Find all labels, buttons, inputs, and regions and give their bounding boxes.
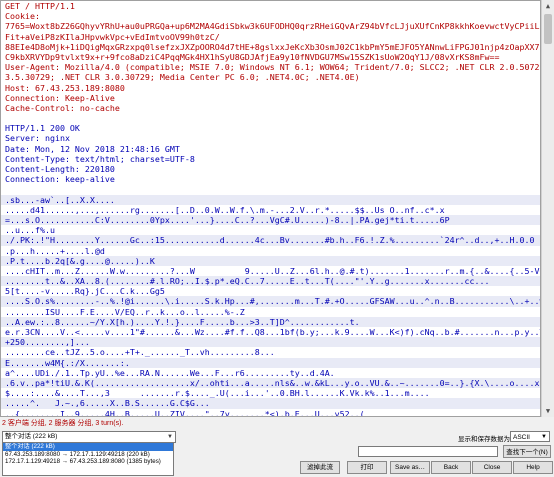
scroll-up-icon[interactable]: ▲: [543, 0, 553, 12]
body-line: ..A.ew.:..8......~/Y.X[h.)....Y.!.}....F…: [1, 316, 540, 327]
response-header-line: HTTP/1.1 200 OK: [5, 123, 80, 134]
request-line: [1, 113, 540, 123]
encoding-select[interactable]: ASCII ▼: [510, 431, 550, 442]
body-line: .sb...-aw`..[..X.X....: [1, 194, 540, 205]
request-line: Cookie:: [5, 11, 40, 22]
help-button[interactable]: Help: [513, 461, 553, 474]
back-button[interactable]: Back: [431, 461, 471, 474]
request-line: Cache-Control: no-cache: [5, 102, 120, 113]
scrollbar-thumb[interactable]: [544, 14, 552, 44]
body-line: ..{........I..9.....4H..B.....U..ZIV....…: [5, 408, 365, 417]
request-line: Fit+aVeiP8zKIlaJHpvwkVpc+vEdImtvoOV99h0t…: [5, 31, 220, 42]
stream-select-value: 整个对话 (222 kB): [5, 433, 58, 440]
body-line: a^....UDi./.1..Tp.yU..%e...RA.N......We.…: [5, 367, 335, 378]
chevron-down-icon: ▼: [167, 434, 173, 440]
response-header-line: Date: Mon, 12 Nov 2018 21:48:16 GMT: [5, 143, 180, 154]
conversation-status-text: 2 客户端 分组, 2 服务器 分组, 3 turn(s).: [2, 420, 124, 427]
show-save-data-label: 显示和保存数据为: [458, 436, 510, 443]
body-line: .P.t....b.2q[&.g....@.....)..K: [1, 255, 540, 266]
stream-option[interactable]: 整个对话 (222 kB): [3, 443, 173, 451]
print-button[interactable]: 打印: [347, 461, 387, 474]
request-line: 3.5.30729; .NET CLR 3.0.30729; Media Cen…: [5, 72, 360, 83]
encoding-value: ASCII: [513, 434, 530, 441]
request-line: 88EIe4D8oMjk+1iDQigMqxGRzxpq0lsefzxJXZpO…: [5, 41, 540, 52]
body-line: ........ISU....F.E....V/EQ..r..k...o..l.…: [5, 306, 245, 317]
body-line: 5[t....-v.....Rq}.jC...C.k...Gg5: [5, 286, 165, 297]
response-header-line: Server: nginx: [5, 133, 70, 144]
body-line: e.r.3CN....V..<.....v....1"#......&...Wz…: [5, 327, 541, 337]
body-line: ..u...f%.u: [5, 225, 55, 236]
request-line: C9kbXRVYDp9tvlxt9x+r+9fco8aDziC4PqqMGk4H…: [5, 51, 500, 62]
request-line: Connection: Keep-Alive: [5, 92, 115, 103]
response-body-section: .sb...-aw`..[..X.X.... .....d41......,...…: [1, 194, 541, 417]
stream-direction-list[interactable]: 整个对话 (222 kB) 67.43.253.189:8080 → 172.1…: [2, 442, 174, 476]
chevron-down-icon: ▼: [541, 434, 547, 440]
body-line: ........t..&..XA..8.(........#.l.RO;..I.…: [1, 276, 540, 287]
body-line: ....S.O.s%........-..%.!@i......\.i.....…: [1, 296, 540, 307]
stream-content-pane[interactable]: GET / HTTP/1.1 Cookie: 7765=Woxt8bZ26GQhyv…: [0, 0, 541, 417]
find-input[interactable]: [358, 446, 498, 457]
stream-option[interactable]: 67.43.253.189:8080 → 172.17.1.129:49218 …: [3, 451, 173, 459]
close-button[interactable]: Close: [472, 461, 512, 474]
find-next-button[interactable]: 查找下一个(N): [503, 445, 551, 458]
stream-option[interactable]: 172.17.1.129:49218 → 67.43.253.189:8080 …: [3, 458, 173, 466]
body-line: .6.v..pa*!tiU.&.K(...................x/.…: [1, 377, 540, 389]
body-line: ./.PK:.!"H........Y......Gc..:15........…: [1, 235, 540, 246]
bottom-controls: 2 客户端 分组, 2 服务器 分组, 3 turn(s). 整个对话 (222…: [0, 417, 554, 477]
scroll-down-icon[interactable]: ▼: [543, 405, 553, 417]
body-line: E.......w4M{.:/X.......:.: [1, 357, 540, 368]
request-line: Host: 67.43.253.189:8080: [5, 82, 125, 93]
response-header-line: Content-Length: 220180: [5, 164, 115, 174]
request-line: User-Agent: Mozilla/4.0 (compatible; MSI…: [5, 62, 541, 73]
request-line: GET / HTTP/1.1: [5, 1, 75, 11]
vertical-scrollbar[interactable]: ▲ ▼: [541, 0, 554, 417]
request-line: 7765=Woxt8bZ26GQhyvYRhU+au0uPRGQa+up6M2M…: [5, 21, 540, 32]
body-line: $....:....&....T...,3 .......r.$...._.U(…: [5, 388, 430, 399]
response-header-line: [1, 184, 540, 194]
body-line: ....cHIT..m...Z......W.w.........?...W 9…: [5, 265, 541, 276]
save-as-button[interactable]: Save as…: [390, 461, 430, 474]
body-line: .....d41......,...,......rg.......[..D..…: [5, 204, 445, 215]
body-line: .p...h.....+....l.@d: [5, 245, 105, 256]
filter-out-button[interactable]: 滤掉此流: [300, 461, 340, 474]
request-section: GET / HTTP/1.1 Cookie: 7765=Woxt8bZ26GQhyv…: [1, 1, 540, 123]
response-header-line: Connection: keep-alive: [5, 174, 115, 185]
body-line: =...s.O...........C:V........0Ypx....'..…: [1, 214, 540, 226]
body-line: +250........,]...: [1, 337, 540, 348]
response-header-line: Content-Type: text/html; charset=UTF-8: [5, 153, 195, 164]
body-line: ........ce..tJZ..5.o....+T+._......_T..v…: [5, 347, 275, 358]
body-line: .....^. J.~.,6.....X..B.S......G.C$G...: [1, 398, 540, 409]
response-section: HTTP/1.1 200 OK Server: nginx Date: Mon, 1…: [1, 123, 540, 194]
